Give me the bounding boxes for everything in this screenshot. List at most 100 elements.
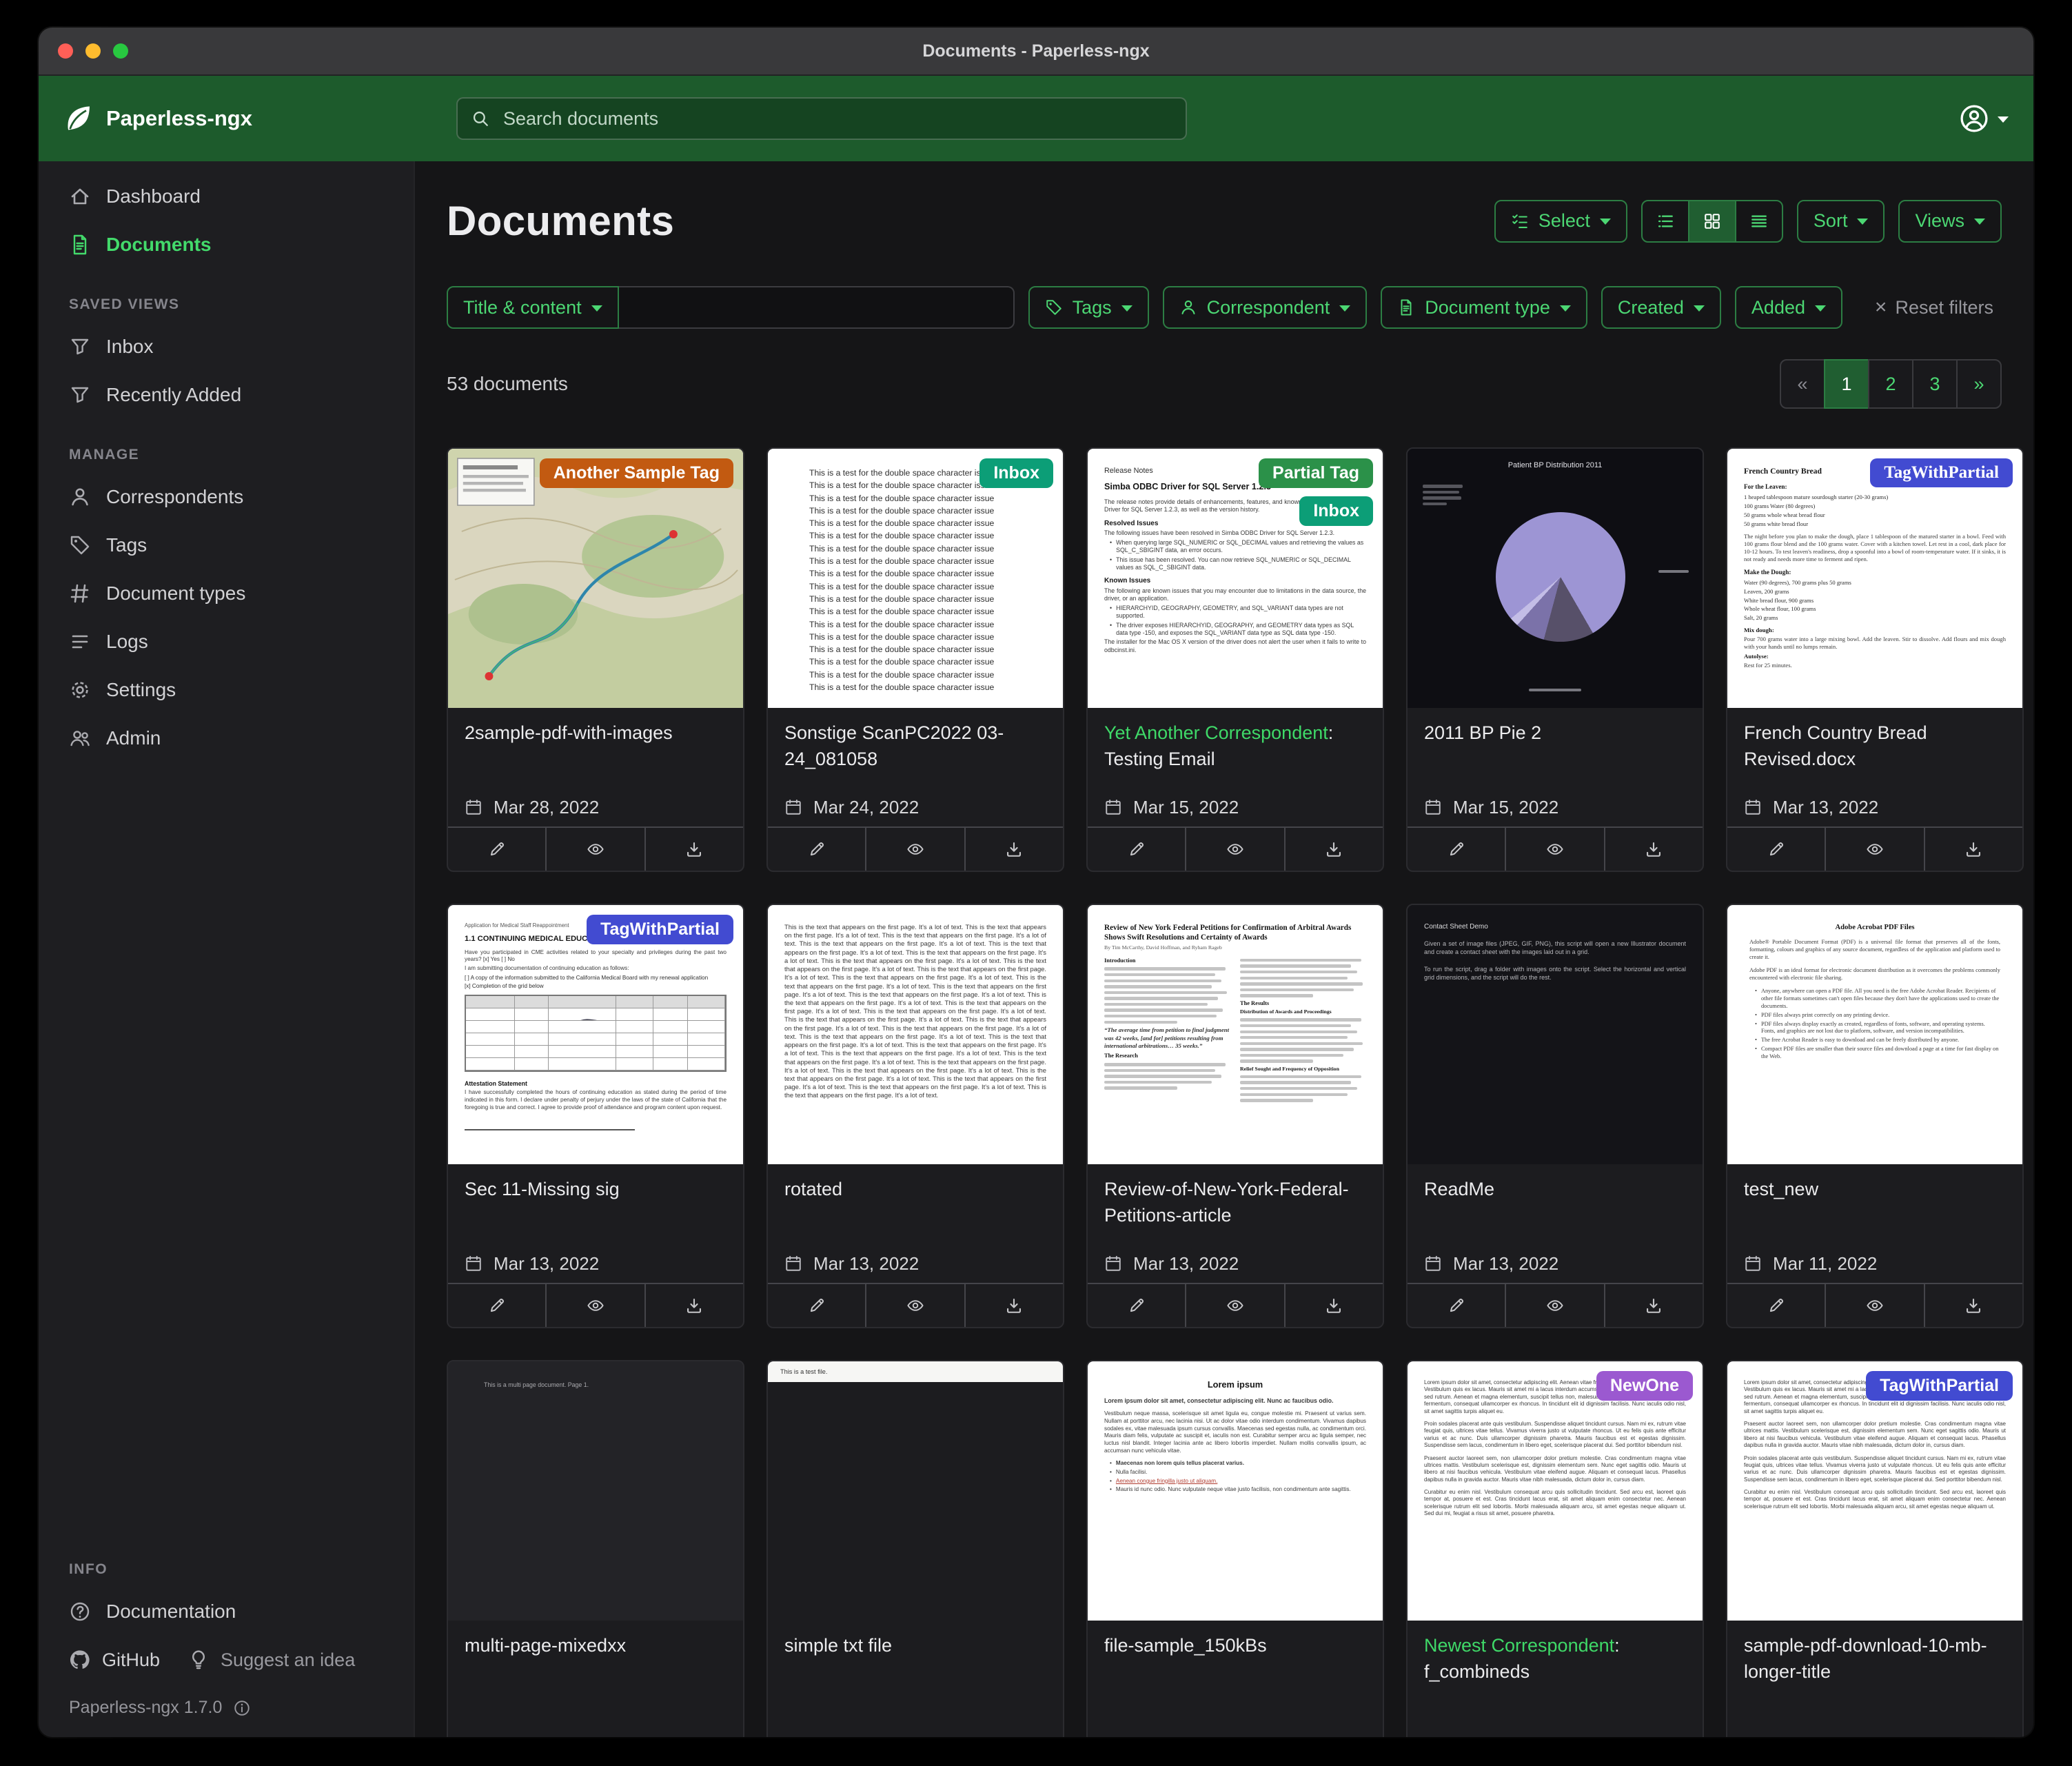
document-thumbnail[interactable]: This is a multi page document. Page 1. (448, 1361, 743, 1621)
sidebar-item-document-types[interactable]: Document types (39, 569, 414, 618)
document-card[interactable]: This is the text that appears on the fir… (766, 904, 1064, 1328)
edit-document-button[interactable] (1088, 1284, 1185, 1327)
document-thumbnail[interactable]: Application for Medical Staff Reappointm… (448, 905, 743, 1164)
view-grid-button[interactable] (1688, 200, 1736, 243)
document-title[interactable]: Yet Another Correspondent: Testing Email (1088, 708, 1383, 788)
document-thumbnail[interactable]: Lorem ipsumLorem ipsum dolor sit amet, c… (1088, 1361, 1383, 1621)
document-thumbnail[interactable]: This is the text that appears on the fir… (768, 905, 1063, 1164)
info-circle-icon[interactable] (233, 1699, 251, 1717)
document-card[interactable]: Contact Sheet DemoGiven a set of image f… (1406, 904, 1704, 1328)
document-title[interactable]: rotated (768, 1164, 1063, 1244)
document-thumbnail[interactable]: Lorem ipsum dolor sit amet, consectetur … (1408, 1361, 1703, 1621)
added-filter-button[interactable]: Added (1735, 286, 1842, 329)
download-document-button[interactable] (644, 1284, 743, 1327)
download-document-button[interactable] (1604, 828, 1703, 871)
view-document-button[interactable] (545, 1284, 644, 1327)
correspondent-filter-button[interactable]: Correspondent (1163, 286, 1368, 329)
document-card[interactable]: French Country BreadFor the Leaven:1 hea… (1726, 447, 2024, 872)
edit-document-button[interactable] (1408, 828, 1505, 871)
tag-badge[interactable]: Partial Tag (1259, 458, 1373, 488)
view-document-button[interactable] (1185, 1284, 1283, 1327)
tag-badge[interactable]: NewOne (1596, 1371, 1693, 1401)
pagination-page-button[interactable]: 1 (1824, 359, 1869, 409)
download-document-button[interactable] (1284, 1284, 1383, 1327)
document-title[interactable]: multi-page-mixedxx (448, 1621, 743, 1701)
user-menu[interactable] (1959, 103, 2009, 134)
view-document-button[interactable] (1825, 828, 1923, 871)
views-button[interactable]: Views (1898, 200, 2002, 243)
view-document-button[interactable] (1825, 1284, 1923, 1327)
edit-document-button[interactable] (448, 828, 545, 871)
document-title[interactable]: file-sample_150kBs (1088, 1621, 1383, 1701)
document-thumbnail[interactable]: This is a test file. (768, 1361, 1063, 1621)
document-title[interactable]: Review-of-New-York-Federal-Petitions-art… (1088, 1164, 1383, 1244)
tag-badge[interactable]: TagWithPartial (1870, 458, 2013, 487)
pagination-page-button[interactable]: 2 (1868, 359, 1913, 409)
document-title[interactable]: Sonstige ScanPC2022 03-24_081058 (768, 708, 1063, 788)
document-card[interactable]: Another Sample Tag 2sample-pdf-with-image… (447, 447, 744, 872)
document-title[interactable]: ReadMe (1408, 1164, 1703, 1244)
sort-button[interactable]: Sort (1797, 200, 1885, 243)
suggest-idea-link[interactable]: Suggest an idea (187, 1649, 355, 1671)
document-correspondent[interactable]: Newest Correspondent (1424, 1635, 1614, 1656)
window-zoom-button[interactable] (113, 43, 128, 59)
view-document-button[interactable] (1185, 828, 1283, 871)
tags-filter-button[interactable]: Tags (1028, 286, 1149, 329)
document-card[interactable]: This is a test file.simple txt file (766, 1360, 1064, 1737)
select-button[interactable]: Select (1494, 200, 1627, 243)
document-title[interactable]: Sec 11-Missing sig (448, 1164, 743, 1244)
window-minimize-button[interactable] (85, 43, 101, 59)
tag-badge[interactable]: TagWithPartial (587, 915, 733, 944)
document-card[interactable]: Application for Medical Staff Reappointm… (447, 904, 744, 1328)
view-document-button[interactable] (865, 828, 964, 871)
download-document-button[interactable] (1924, 1284, 2022, 1327)
document-title[interactable]: Newest Correspondent: f_combineds (1408, 1621, 1703, 1701)
download-document-button[interactable] (964, 1284, 1063, 1327)
sidebar-item-settings[interactable]: Settings (39, 666, 414, 714)
edit-document-button[interactable] (1727, 828, 1825, 871)
document-card[interactable]: Release NotesSimba ODBC Driver for SQL S… (1086, 447, 1384, 872)
github-link[interactable]: GitHub (69, 1649, 160, 1671)
document-title[interactable]: simple txt file (768, 1621, 1063, 1701)
brand[interactable]: Paperless-ngx (63, 103, 456, 134)
document-title[interactable]: 2011 BP Pie 2 (1408, 708, 1703, 788)
reset-filters-button[interactable]: × Reset filters (1867, 296, 2002, 320)
document-card[interactable]: Patient BP Distribution 20112011 BP Pie … (1406, 447, 1704, 872)
sidebar-item-admin[interactable]: Admin (39, 714, 414, 762)
document-thumbnail[interactable]: Release NotesSimba ODBC Driver for SQL S… (1088, 449, 1383, 708)
sidebar-item-documentation[interactable]: Documentation (39, 1587, 414, 1636)
document-thumbnail[interactable]: French Country BreadFor the Leaven:1 hea… (1727, 449, 2022, 708)
document-title[interactable]: test_new (1727, 1164, 2022, 1244)
sidebar-item-documents[interactable]: Documents (39, 221, 414, 269)
document-correspondent[interactable]: Yet Another Correspondent (1104, 722, 1328, 743)
tag-badge[interactable]: Another Sample Tag (540, 458, 733, 488)
document-title[interactable]: French Country Bread Revised.docx (1727, 708, 2022, 788)
document-title[interactable]: 2sample-pdf-with-images (448, 708, 743, 788)
document-card[interactable]: This is a test for the double space char… (766, 447, 1064, 872)
document-thumbnail[interactable]: Another Sample Tag (448, 449, 743, 708)
search-input[interactable] (500, 107, 1172, 131)
sidebar-item-recently-added[interactable]: Recently Added (39, 371, 414, 419)
edit-document-button[interactable] (768, 828, 865, 871)
pagination-next-button[interactable]: » (1956, 359, 2002, 409)
filter-field-button[interactable]: Title & content (447, 286, 619, 329)
pagination-page-button[interactable]: 3 (1912, 359, 1958, 409)
created-filter-button[interactable]: Created (1601, 286, 1721, 329)
sidebar-item-inbox[interactable]: Inbox (39, 323, 414, 371)
document-thumbnail[interactable]: Adobe Acrobat PDF FilesAdobe® Portable D… (1727, 905, 2022, 1164)
download-document-button[interactable] (964, 828, 1063, 871)
tag-badge[interactable]: TagWithPartial (1866, 1371, 2013, 1401)
document-card[interactable]: Lorem ipsum dolor sit amet, consectetur … (1726, 1360, 2024, 1737)
edit-document-button[interactable] (448, 1284, 545, 1327)
view-document-button[interactable] (1505, 1284, 1603, 1327)
document-thumbnail[interactable]: This is a test for the double space char… (768, 449, 1063, 708)
document-type-filter-button[interactable]: Document type (1381, 286, 1587, 329)
download-document-button[interactable] (1604, 1284, 1703, 1327)
view-document-button[interactable] (865, 1284, 964, 1327)
sidebar-item-logs[interactable]: Logs (39, 618, 414, 666)
document-thumbnail[interactable]: Contact Sheet DemoGiven a set of image f… (1408, 905, 1703, 1164)
download-document-button[interactable] (1924, 828, 2022, 871)
window-close-button[interactable] (58, 43, 73, 59)
document-card[interactable]: Review of New York Federal Petitions for… (1086, 904, 1384, 1328)
view-list-button[interactable] (1641, 200, 1689, 243)
